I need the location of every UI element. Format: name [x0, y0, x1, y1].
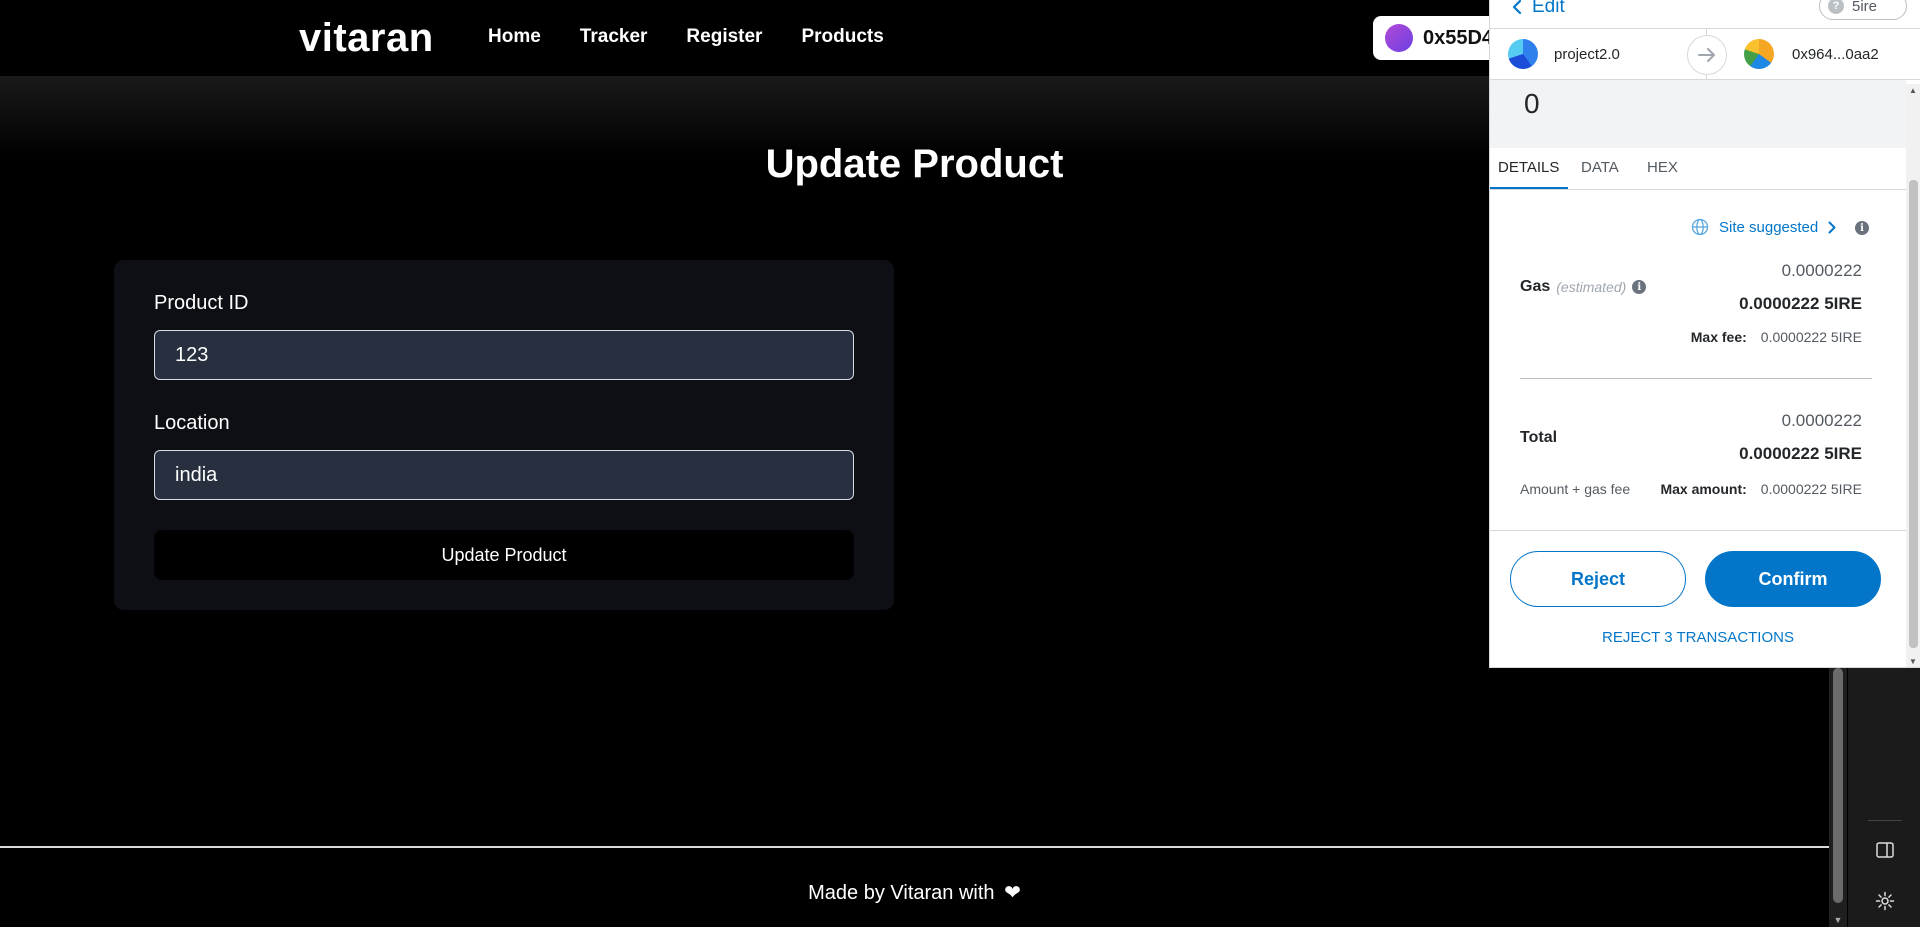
- browser-side-panel: [1848, 668, 1920, 927]
- to-account-address: 0x964...0aa2: [1792, 45, 1879, 63]
- nav-products[interactable]: Products: [801, 26, 883, 48]
- globe-icon: [1691, 218, 1709, 236]
- product-id-input[interactable]: 123: [154, 330, 854, 380]
- popup-tabs: DETAILS DATA HEX: [1490, 148, 1906, 190]
- tab-details[interactable]: DETAILS: [1498, 159, 1559, 176]
- network-name: 5ire: [1852, 0, 1878, 15]
- footer: Made by Vitaran with ❤: [0, 880, 1829, 905]
- wallet-address: 0x55D4: [1423, 26, 1494, 49]
- to-account-avatar: [1744, 39, 1774, 69]
- popup-header: Edit ? 5ire: [1490, 0, 1920, 26]
- transaction-amount: 0: [1524, 88, 1540, 119]
- from-account-avatar: [1508, 39, 1538, 69]
- scroll-down-arrow-icon[interactable]: ▼: [1833, 915, 1843, 925]
- settings-gear-icon[interactable]: [1873, 889, 1897, 913]
- sender-recipient-row: project2.0 0x964...0aa2: [1490, 28, 1920, 81]
- amount-area: 0: [1490, 80, 1906, 148]
- footer-divider: [0, 846, 1829, 848]
- gas-label: Gas: [1520, 278, 1551, 295]
- nav-tracker[interactable]: Tracker: [580, 26, 648, 48]
- active-tab-indicator: [1490, 187, 1568, 189]
- max-fee-label: Max fee:: [1690, 329, 1747, 345]
- sidebar-toggle-icon[interactable]: [1873, 838, 1897, 862]
- gas-primary-value: 0.0000222: [1781, 261, 1862, 280]
- scroll-down-arrow-icon[interactable]: ▼: [1909, 657, 1917, 666]
- from-account[interactable]: project2.0: [1508, 39, 1620, 69]
- page-scroll-thumb[interactable]: [1833, 668, 1843, 903]
- gas-label-row: Gas (estimated) i: [1520, 278, 1647, 296]
- details-divider: [1520, 378, 1872, 379]
- reject-button[interactable]: Reject: [1510, 551, 1686, 607]
- brand-logo[interactable]: vitaran: [299, 16, 434, 61]
- amount-plus-gas-label: Amount + gas fee: [1520, 481, 1631, 497]
- tab-data[interactable]: DATA: [1581, 159, 1619, 176]
- update-product-button[interactable]: Update Product: [154, 530, 854, 580]
- page-scrollbar[interactable]: ▼: [1829, 668, 1847, 927]
- location-label: Location: [154, 412, 230, 434]
- popup-footer-divider: [1490, 530, 1906, 531]
- edit-label: Edit: [1532, 0, 1565, 17]
- max-fee-value: 0.0000222 5IRE: [1760, 329, 1862, 345]
- reject-all-transactions-link[interactable]: REJECT 3 TRANSACTIONS: [1490, 629, 1906, 646]
- site-suggested-info-icon[interactable]: i: [1855, 221, 1869, 235]
- popup-scroll-thumb[interactable]: [1909, 180, 1918, 648]
- from-account-name: project2.0: [1554, 45, 1620, 63]
- site-suggested-link[interactable]: Site suggested: [1691, 218, 1836, 236]
- heart-icon: ❤: [1004, 882, 1021, 904]
- arrow-right-icon: [1687, 35, 1727, 75]
- wallet-confirmation-popup: Edit ? 5ire project2.0 0x964...0aa2 0 DE…: [1489, 0, 1920, 668]
- nav-register[interactable]: Register: [686, 26, 762, 48]
- total-value: 0.0000222 5IRE: [1739, 444, 1862, 463]
- site-suggested-label: Site suggested: [1719, 218, 1819, 236]
- tab-hex[interactable]: HEX: [1647, 159, 1678, 176]
- footer-text: Made by Vitaran with: [808, 882, 995, 904]
- nav-home[interactable]: Home: [488, 26, 541, 48]
- location-input[interactable]: india: [154, 450, 854, 500]
- max-amount-row: Max amount: 0.0000222 5IRE: [1660, 481, 1862, 497]
- wallet-avatar: [1385, 24, 1413, 52]
- gas-value: 0.0000222 5IRE: [1739, 294, 1862, 313]
- max-amount-value: 0.0000222 5IRE: [1760, 481, 1862, 497]
- chevron-left-icon: [1512, 0, 1522, 15]
- total-sub-row: Amount + gas fee Max amount: 0.0000222 5…: [1520, 481, 1862, 497]
- popup-scrollbar[interactable]: ▲ ▼: [1906, 84, 1920, 667]
- total-primary-value: 0.0000222: [1781, 411, 1862, 430]
- help-icon: ?: [1828, 0, 1844, 14]
- update-product-form: Product ID 123 Location india Update Pro…: [114, 260, 894, 610]
- confirm-button[interactable]: Confirm: [1705, 551, 1881, 607]
- edit-button[interactable]: Edit: [1512, 0, 1565, 18]
- nav-links: Home Tracker Register Products: [488, 26, 884, 48]
- max-amount-label: Max amount:: [1660, 481, 1747, 497]
- scroll-up-arrow-icon[interactable]: ▲: [1909, 86, 1917, 95]
- chevron-right-icon: [1828, 221, 1836, 233]
- max-fee-row: Max fee: 0.0000222 5IRE: [1691, 329, 1862, 345]
- gas-estimated-label: (estimated): [1556, 279, 1627, 295]
- gas-info-icon[interactable]: i: [1632, 280, 1647, 294]
- side-divider: [1868, 820, 1902, 821]
- total-label: Total: [1520, 429, 1558, 446]
- network-pill[interactable]: ? 5ire: [1819, 0, 1907, 20]
- product-id-label: Product ID: [154, 292, 249, 314]
- to-account[interactable]: 0x964...0aa2: [1744, 39, 1879, 69]
